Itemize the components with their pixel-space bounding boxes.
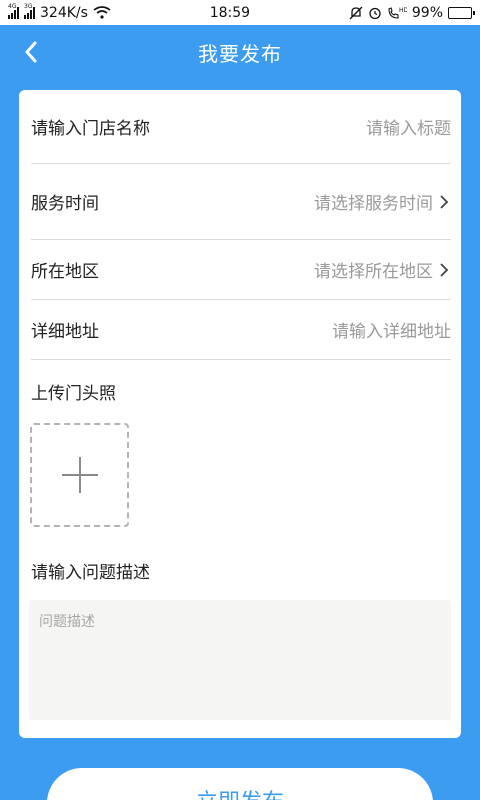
svg-text:HD: HD <box>399 7 407 14</box>
page-title: 我要发布 <box>198 42 282 66</box>
form-card: 请输入门店名称 请输入标题 服务时间 请选择服务时间 所在地区 请选择所在地区 … <box>19 90 461 738</box>
plus-icon <box>61 457 98 493</box>
battery-percent: 99% <box>411 4 443 21</box>
network-speed: 324K/s <box>40 4 88 21</box>
battery-icon <box>448 6 475 19</box>
region-label: 所在地区 <box>31 262 99 282</box>
signal-icon: 3G <box>24 3 35 19</box>
status-bar: 4G 3G 324K/s 18:59 HD 99% <box>0 0 480 25</box>
mute-icon <box>349 6 363 19</box>
service-time-label: 服务时间 <box>31 194 99 214</box>
store-name-row[interactable]: 请输入门店名称 请输入标题 <box>31 90 451 164</box>
signal-icon: 4G <box>8 3 19 19</box>
store-name-input[interactable]: 请输入标题 <box>366 114 451 139</box>
header: 我要发布 <box>0 25 480 80</box>
back-button[interactable] <box>18 39 44 65</box>
region-row[interactable]: 所在地区 请选择所在地区 <box>31 240 451 300</box>
hd-call-icon: HD <box>388 7 407 19</box>
status-left: 4G 3G 324K/s <box>8 3 111 21</box>
description-input[interactable] <box>29 600 451 720</box>
service-time-picker[interactable]: 请选择服务时间 <box>314 189 451 214</box>
service-time-row[interactable]: 服务时间 请选择服务时间 <box>31 164 451 240</box>
clock: 18:59 <box>209 4 251 21</box>
address-row[interactable]: 详细地址 请输入详细地址 <box>31 300 451 360</box>
chevron-right-icon <box>440 262 449 277</box>
region-picker[interactable]: 请选择所在地区 <box>314 257 451 282</box>
alarm-icon <box>369 7 381 19</box>
description-label: 请输入问题描述 <box>31 563 150 583</box>
wifi-icon <box>93 6 111 19</box>
address-input[interactable]: 请输入详细地址 <box>332 317 451 342</box>
photo-label: 上传门头照 <box>31 384 116 404</box>
address-label: 详细地址 <box>31 322 99 342</box>
chevron-right-icon <box>440 194 449 209</box>
submit-button[interactable]: 立即发布 <box>47 768 433 800</box>
store-name-label: 请输入门店名称 <box>31 119 150 139</box>
back-chevron-icon <box>25 41 37 63</box>
photo-upload-button[interactable] <box>30 423 129 527</box>
region-value: 请选择所在地区 <box>314 262 433 282</box>
network-tag: 4G <box>8 2 17 10</box>
service-time-value: 请选择服务时间 <box>314 194 433 214</box>
network-tag: 3G <box>24 2 33 10</box>
status-right: HD 99% <box>349 4 475 21</box>
